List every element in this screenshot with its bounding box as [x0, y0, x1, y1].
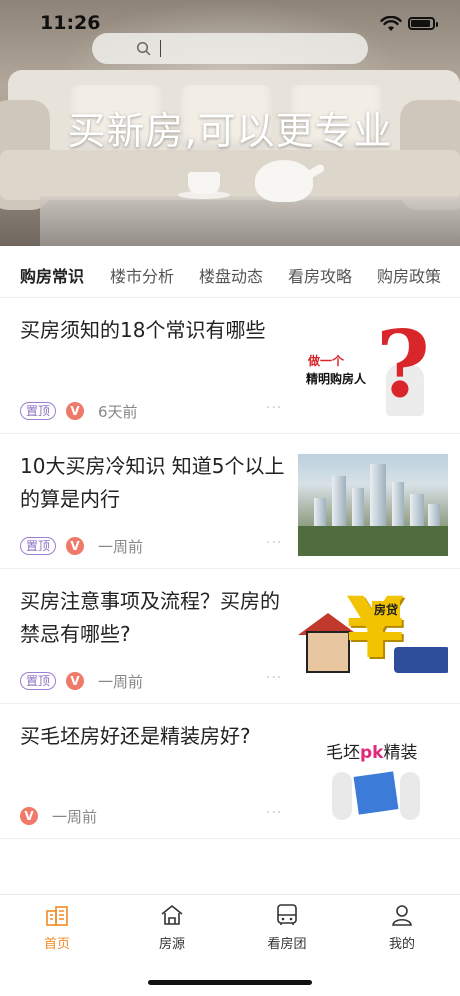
- figure-left: [332, 772, 352, 820]
- house-source-icon: [161, 904, 183, 925]
- bus-icon: [277, 904, 297, 925]
- article-time: 一周前: [98, 672, 144, 691]
- article-item[interactable]: 买房须知的18个常识有哪些 置顶 V 6天前 ··· ? 做一个 精明购房人: [0, 298, 460, 434]
- article-title: 10大买房冷知识 知道5个以上的算是内行: [20, 454, 285, 511]
- hero-slogan: 买新房,可以更专业: [67, 109, 393, 153]
- article-time: 一周前: [52, 807, 98, 826]
- search-icon: [136, 41, 151, 56]
- tab-buying-policy[interactable]: 购房政策: [377, 263, 441, 287]
- hand-illustration: [394, 647, 448, 673]
- tab-market-analysis[interactable]: 楼市分析: [110, 263, 174, 287]
- article-item[interactable]: 买房注意事项及流程？买房的禁忌有哪些? 置顶 V 一周前 ··· ¥ 房贷: [0, 569, 460, 704]
- nav-profile[interactable]: 我的: [362, 903, 442, 952]
- house-illustration: [306, 631, 350, 673]
- nav-label: 我的: [388, 937, 415, 952]
- pinned-badge: 置顶: [20, 672, 57, 690]
- hero-sofa-seat: [0, 150, 460, 200]
- article-meta: V 一周前: [20, 805, 97, 827]
- search-input[interactable]: [92, 33, 368, 64]
- article-title: 买毛坯房好还是精装房好?: [20, 724, 251, 748]
- more-options-icon[interactable]: ···: [266, 535, 282, 551]
- thumbnail-text: 做一个: [308, 352, 344, 369]
- question-mark-icon: ?: [376, 316, 430, 418]
- article-thumbnail: ¥ 房贷: [298, 587, 448, 689]
- nav-home[interactable]: 首页: [17, 903, 97, 952]
- more-options-icon[interactable]: ···: [266, 670, 282, 686]
- figure-right: [400, 772, 420, 820]
- thumbnail-text-left: 毛坯: [326, 743, 360, 763]
- wifi-icon: [380, 16, 402, 31]
- article-title: 买房注意事项及流程？买房的禁忌有哪些?: [20, 589, 280, 646]
- text-caret: [160, 40, 161, 57]
- nav-tour-group[interactable]: 看房团: [247, 903, 327, 952]
- thumbnail-text: 房贷: [372, 601, 401, 618]
- thumbnail-text: 毛坯pk精装: [326, 738, 417, 763]
- greenery: [298, 526, 448, 556]
- tab-project-news[interactable]: 楼盘动态: [199, 263, 263, 287]
- article-thumbnail: 毛坯pk精装: [298, 722, 448, 824]
- article-item[interactable]: 10大买房冷知识 知道5个以上的算是内行 置顶 V 一周前 ···: [0, 434, 460, 569]
- article-meta: 置顶 V 一周前: [20, 535, 143, 557]
- article-time: 一周前: [98, 537, 144, 556]
- thumbnail-text: 精明购房人: [306, 372, 367, 386]
- verified-author-icon: V: [66, 537, 85, 555]
- article-thumbnail: ? 做一个 精明购房人: [298, 316, 448, 418]
- status-time: 11:26: [40, 12, 101, 34]
- battery-icon: [408, 17, 438, 30]
- more-options-icon[interactable]: ···: [266, 400, 282, 416]
- nav-listings[interactable]: 房源: [132, 903, 212, 952]
- article-title: 买房须知的18个常识有哪些: [20, 318, 266, 342]
- pinned-badge: 置顶: [20, 537, 57, 555]
- thumbnail-text-part: 做: [308, 354, 321, 368]
- verified-author-icon: V: [66, 672, 85, 690]
- user-icon: [392, 905, 412, 926]
- article-item[interactable]: 买毛坯房好还是精装房好? V 一周前 ··· 毛坯pk精装: [0, 704, 460, 839]
- article-meta: 置顶 V 6天前: [20, 400, 138, 422]
- verified-author-icon: V: [20, 807, 38, 825]
- verified-author-icon: V: [66, 402, 85, 420]
- category-tabs: 购房常识 楼市分析 楼盘动态 看房攻略 购房政策: [0, 246, 460, 298]
- hero-cup: [188, 172, 220, 194]
- thumbnail-text-pk: pk: [360, 743, 384, 763]
- article-time: 6天前: [98, 402, 138, 421]
- article-thumbnail: [298, 454, 448, 556]
- pinned-badge: 置顶: [20, 402, 57, 420]
- more-options-icon[interactable]: ···: [266, 805, 282, 821]
- house-cube: [353, 771, 399, 815]
- nav-label: 看房团: [267, 937, 307, 952]
- home-indicator[interactable]: [148, 980, 312, 985]
- article-meta: 置顶 V 一周前: [20, 670, 143, 692]
- hero-teapot: [255, 160, 313, 202]
- tab-buying-knowledge[interactable]: 购房常识: [20, 263, 84, 287]
- thumbnail-text-right: 精装: [383, 743, 418, 763]
- thumbnail-text-part-red: 一个: [320, 354, 345, 368]
- nav-label: 首页: [43, 937, 70, 952]
- nav-label: 房源: [158, 937, 185, 952]
- tab-viewing-guide[interactable]: 看房攻略: [288, 263, 352, 287]
- hero-coffee-table: [40, 196, 460, 246]
- home-icon: [46, 906, 68, 926]
